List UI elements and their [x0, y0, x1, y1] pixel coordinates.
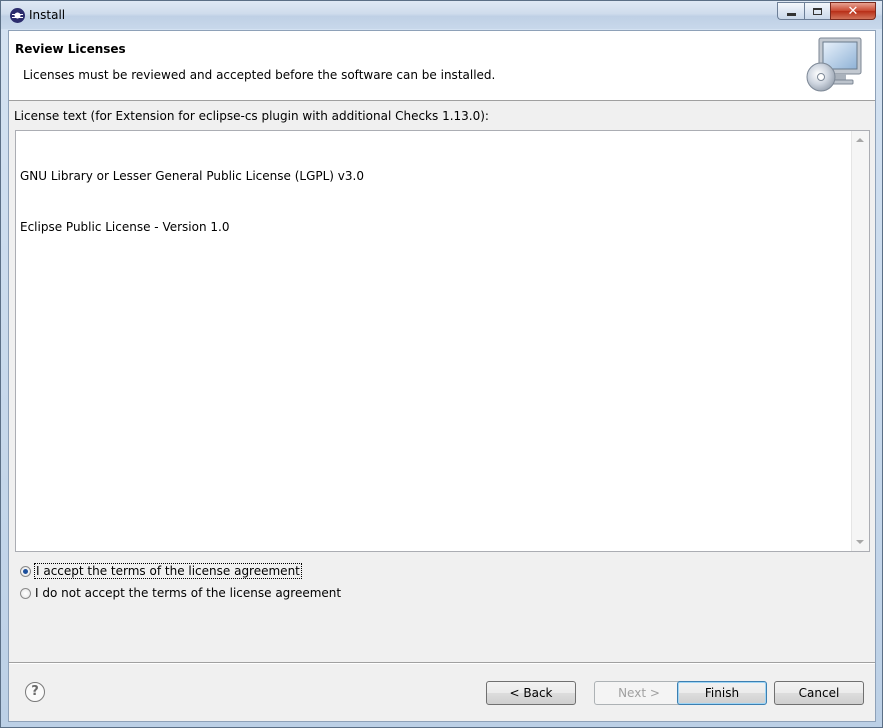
minimize-icon: [786, 12, 796, 16]
maximize-icon: [813, 7, 822, 15]
vertical-scrollbar[interactable]: [851, 131, 869, 551]
scroll-down-icon[interactable]: [856, 540, 864, 544]
scroll-up-icon[interactable]: [856, 138, 864, 142]
window-title: Install: [29, 8, 66, 22]
install-monitor-icon: [806, 37, 862, 92]
finish-button[interactable]: Finish: [677, 681, 767, 705]
dialog-client-area: Review Licenses Licenses must be reviewe…: [8, 30, 876, 722]
cancel-button[interactable]: Cancel: [774, 681, 864, 705]
accept-option[interactable]: I accept the terms of the license agreem…: [20, 563, 302, 579]
decline-radio[interactable]: [20, 587, 31, 599]
page-description: Licenses must be reviewed and accepted b…: [23, 68, 496, 82]
decline-label[interactable]: I do not accept the terms of the license…: [35, 586, 341, 600]
maximize-button[interactable]: [804, 2, 830, 20]
close-button[interactable]: ✕: [830, 2, 876, 20]
decline-option[interactable]: I do not accept the terms of the license…: [20, 586, 341, 600]
next-button[interactable]: Next >: [594, 681, 684, 705]
license-list: GNU Library or Lesser General Public Lic…: [20, 134, 849, 270]
page-title: Review Licenses: [15, 42, 126, 56]
help-icon[interactable]: ?: [25, 682, 45, 702]
close-icon: ✕: [847, 3, 859, 19]
accept-radio[interactable]: [20, 565, 31, 577]
title-bar[interactable]: Install ✕: [1, 1, 882, 29]
install-window: Install ✕ Review Licenses Licenses must …: [0, 0, 883, 728]
footer-separator: [9, 662, 875, 664]
wizard-banner: Review Licenses Licenses must be reviewe…: [9, 31, 875, 101]
caption-buttons: ✕: [777, 2, 876, 20]
accept-label[interactable]: I accept the terms of the license agreem…: [34, 563, 302, 579]
minimize-button[interactable]: [777, 2, 804, 20]
license-text-area[interactable]: GNU Library or Lesser General Public Lic…: [15, 130, 870, 552]
back-button[interactable]: < Back: [486, 681, 576, 705]
license-line: GNU Library or Lesser General Public Lic…: [20, 169, 364, 183]
license-text-label: License text (for Extension for eclipse-…: [14, 109, 489, 123]
eclipse-icon: [10, 8, 25, 23]
license-line: Eclipse Public License - Version 1.0: [20, 220, 230, 234]
